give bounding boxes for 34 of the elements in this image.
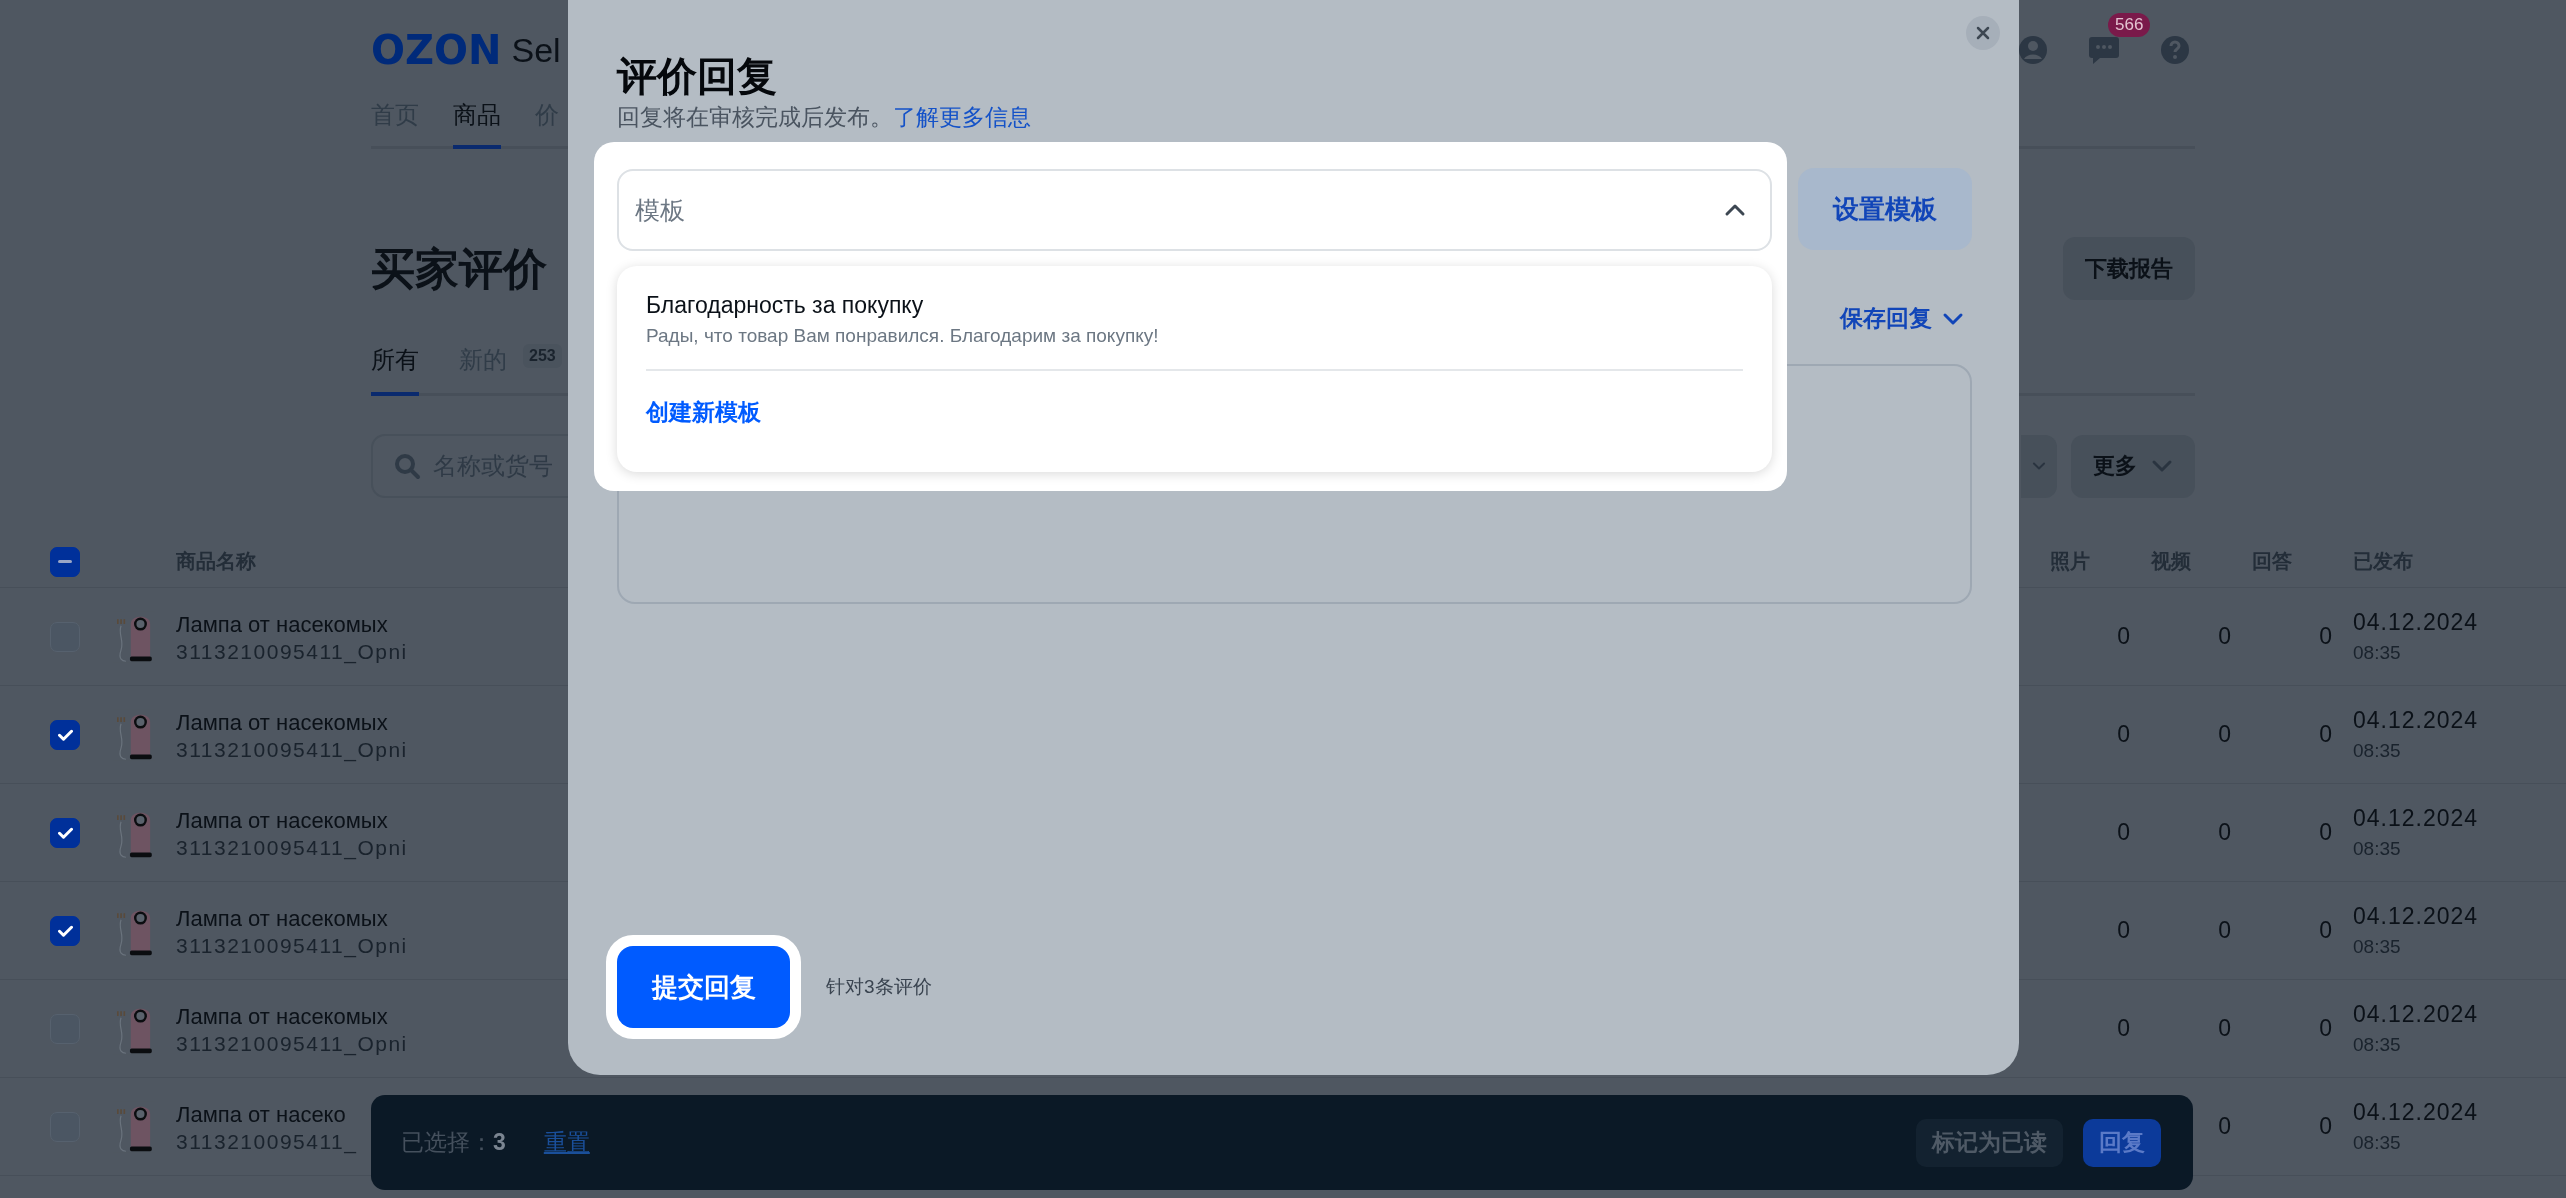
table-cell-text: 0 bbox=[2318, 721, 2332, 748]
table-cell-text: 0 bbox=[2217, 721, 2231, 748]
table-cell-text: 0 bbox=[2217, 1015, 2231, 1042]
option-title: Благодарность за покупку bbox=[646, 292, 925, 319]
table-cell-text: 0 bbox=[2318, 917, 2332, 944]
table-cell-text: 0 bbox=[2116, 1015, 2130, 1042]
option-description: Рады, что товар Вам понравился. Благодарим за покупку! bbox=[646, 325, 1160, 347]
table-cell-text: 0 bbox=[2217, 623, 2231, 650]
table-cell-text: 0 bbox=[2116, 917, 2130, 944]
tab-label: 所有 bbox=[371, 345, 419, 375]
table-cell-text: 0 bbox=[2217, 819, 2231, 846]
selected-label: 已选择： bbox=[401, 1128, 493, 1157]
publish-date: 04.12.2024 bbox=[2353, 805, 2479, 832]
publish-date: 04.12.2024 bbox=[2353, 1001, 2479, 1028]
table-cell-text: 0 bbox=[2116, 819, 2130, 846]
publish-date: 04.12.2024 bbox=[2353, 1099, 2479, 1126]
selected-count: 3 bbox=[493, 1129, 506, 1156]
table-cell-text: 0 bbox=[2217, 1113, 2231, 1140]
table-cell-text: 0 bbox=[2116, 623, 2130, 650]
table-cell-text: 0 bbox=[2217, 917, 2231, 944]
publish-date: 04.12.2024 bbox=[2353, 609, 2479, 636]
table-cell-text: 0 bbox=[2318, 1015, 2332, 1042]
logo-suffix: Sel bbox=[511, 30, 561, 70]
page-title: 买家评价 bbox=[371, 242, 547, 295]
table-cell-text: 0 bbox=[2318, 623, 2332, 650]
publish-date: 04.12.2024 bbox=[2353, 707, 2479, 734]
submit-note: 针对3条评价 bbox=[826, 975, 932, 999]
table-cell-text: 0 bbox=[2116, 721, 2130, 748]
modal-title: 评价回复 bbox=[617, 53, 778, 100]
modal-subtitle: 回复将在审核完成后发布。了解更多信息 bbox=[617, 103, 1032, 132]
table-cell-text: 0 bbox=[2318, 819, 2332, 846]
table-cell-text: 0 bbox=[2318, 1113, 2332, 1140]
notification-badge: 566 bbox=[2108, 13, 2151, 37]
publish-date: 04.12.2024 bbox=[2353, 903, 2479, 930]
